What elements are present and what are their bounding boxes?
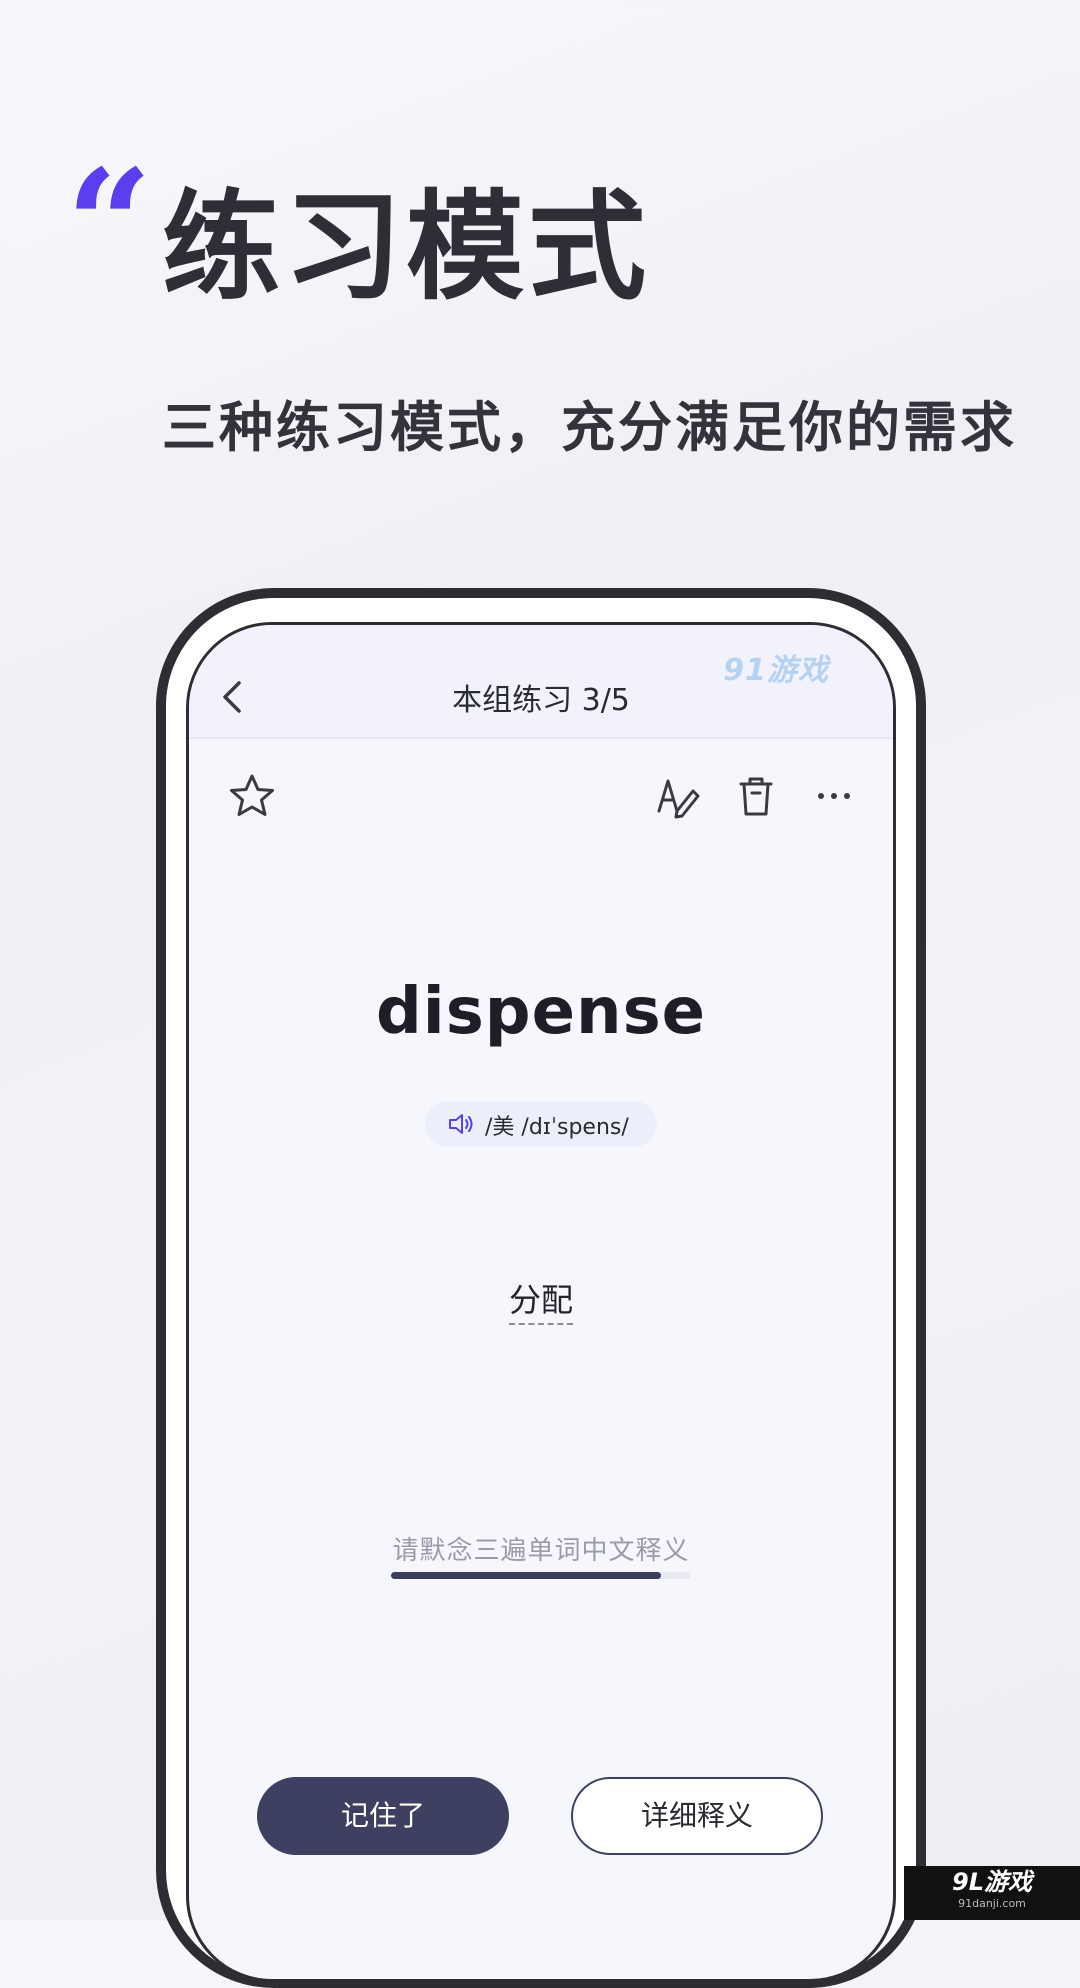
quote-mark: “ — [66, 137, 153, 313]
pronunciation-button[interactable]: /美 /dɪˈspens/ — [425, 1101, 657, 1147]
star-icon[interactable] — [227, 771, 277, 821]
speaker-icon — [449, 1114, 473, 1134]
details-button[interactable]: 详细释义 — [571, 1777, 823, 1855]
nav-bar: 本组练习 3/5 91游戏 — [189, 625, 893, 739]
practice-hint: 请默念三遍单词中文释义 — [392, 1536, 690, 1566]
trash-icon[interactable] — [731, 771, 781, 821]
edit-pen-icon[interactable] — [653, 771, 703, 821]
subheadline: 三种练习模式，充分满足你的需求 — [162, 396, 1017, 459]
corner-logo: 9L游戏 — [952, 1868, 1032, 1896]
more-dots-icon[interactable] — [809, 771, 859, 821]
corner-watermark-badge: 9L游戏 91danji.com — [904, 1866, 1080, 1920]
progress-bar — [391, 1572, 691, 1579]
headline: 练习模式 — [162, 178, 651, 316]
meaning-text[interactable]: 分配 — [508, 1281, 573, 1325]
word-meaning: 分配 — [189, 1275, 893, 1325]
remembered-button[interactable]: 记住了 — [257, 1777, 509, 1855]
pronunciation-text: /美 /dɪˈspens/ — [485, 1115, 629, 1140]
corner-url: 91danji.com — [958, 1897, 1026, 1910]
watermark-logo: 91游戏 — [723, 653, 829, 688]
progress-fill — [391, 1572, 661, 1579]
vocab-word: dispense — [375, 975, 707, 1049]
phone-screen: 本组练习 3/5 91游戏 dispense /美 /dɪˈspens/ 分配 … — [186, 622, 896, 1982]
